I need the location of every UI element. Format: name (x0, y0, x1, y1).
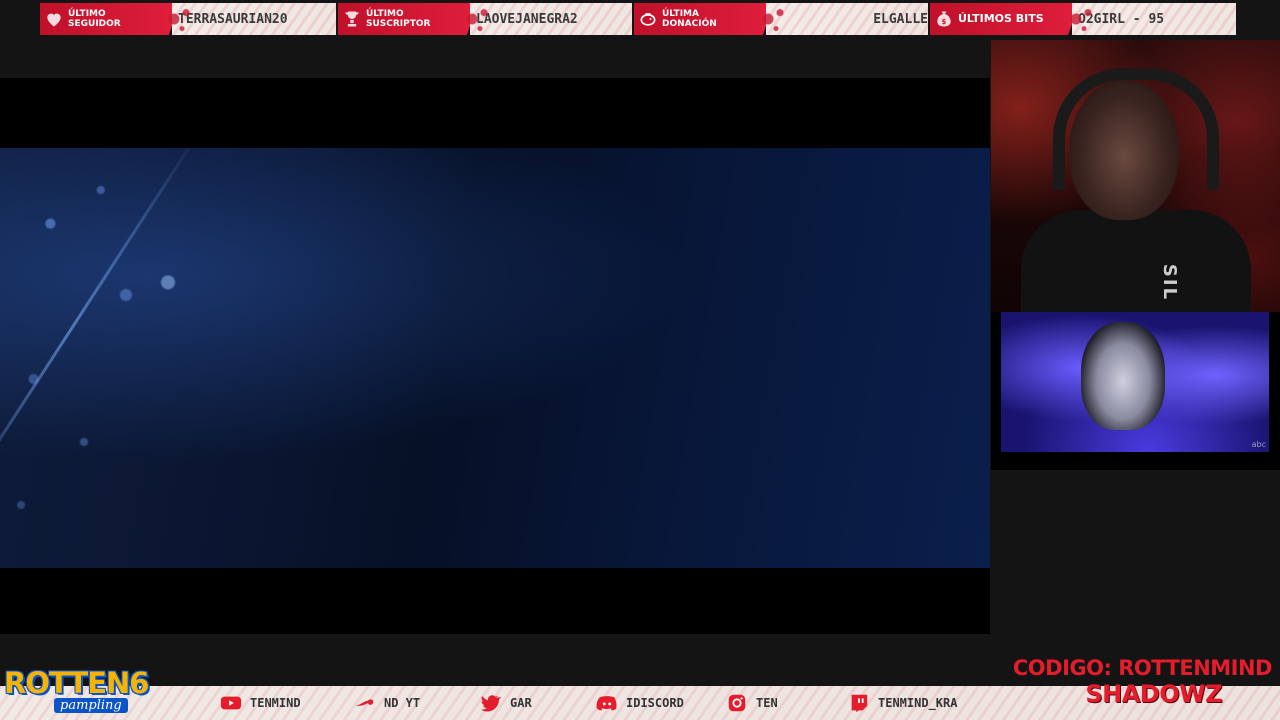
last-subscriber-alert: Último suscriptor LAOVEJANEGRA2 (338, 3, 632, 35)
last-subscriber-label: Último suscriptor (366, 9, 431, 29)
ticker-item-twitter: GAR (478, 686, 532, 720)
network-logo: abc (1251, 440, 1266, 449)
promo-code: CODIGO: ROTTENMIND (1012, 656, 1273, 680)
last-donation-name: ELGALLE (873, 11, 928, 27)
blood-splat (752, 3, 792, 35)
blood-splat (158, 3, 198, 35)
sponsor-name: SHADOWZ (1085, 680, 1222, 708)
video-particles (0, 148, 420, 568)
reaction-clip: abc (991, 312, 1280, 470)
last-follower-label: Último seguidor (68, 9, 121, 29)
trophy-icon (338, 9, 366, 29)
steam-icon (352, 693, 378, 713)
ticker-item-steam: ND YT (352, 686, 420, 720)
piggy-bank-icon (634, 9, 662, 29)
youtube-icon (218, 693, 244, 713)
video-frame-image (0, 148, 990, 568)
webcam-feed: SIL (991, 40, 1280, 312)
ticker-text: ND YT (384, 696, 421, 710)
last-bits-label-box: $ Últimos bits (930, 3, 1080, 35)
headphones (1053, 68, 1219, 190)
rotten6-pampling-logo: ROTTEN6 pampling (4, 666, 164, 718)
last-donation-label: Última donación (662, 9, 717, 29)
clip-face (1081, 322, 1165, 430)
ticker-item-youtube: TENMIND (218, 686, 301, 720)
ticker-item-discord: IDISCORD (594, 686, 684, 720)
main-video (0, 78, 990, 634)
svg-text:$: $ (942, 18, 947, 26)
ticker-text: TENMIND (250, 696, 301, 710)
twitter-icon (478, 693, 504, 713)
blood-splat (456, 3, 496, 35)
last-follower-alert: Último seguidor TERRASAURIAN20 (40, 3, 336, 35)
ticker-text: TEN (756, 696, 778, 710)
ticker-text: GAR (510, 696, 532, 710)
last-donation-alert: Última donación ELGALLE (634, 3, 928, 35)
money-bag-icon: $ (930, 9, 958, 29)
heart-icon (40, 9, 68, 29)
logo-wordmark: ROTTEN6 (4, 666, 149, 700)
ticker-item-instagram: TEN (724, 686, 778, 720)
twitch-icon (846, 693, 872, 713)
ticker-text: IDISCORD (626, 696, 684, 710)
shirt-text: SIL (1159, 263, 1181, 302)
last-bits-label: Últimos bits (958, 12, 1044, 25)
logo-subtext: pampling (54, 698, 128, 713)
instagram-icon (724, 693, 750, 713)
last-bits-alert: $ Últimos bits O2GIRL - 95 (930, 3, 1236, 35)
alerts-bar: Último seguidor TERRASAURIAN20 Último su… (40, 3, 1236, 35)
ticker-text: TENMIND_KRA (878, 696, 958, 710)
blood-splat (1060, 3, 1100, 35)
streamer-body (1021, 210, 1251, 312)
ticker-item-twitch: TENMIND_KRA (846, 686, 957, 720)
discord-icon (594, 693, 620, 713)
promo-code-block: CODIGO: ROTTENMIND SHADOWZ (1012, 656, 1273, 708)
